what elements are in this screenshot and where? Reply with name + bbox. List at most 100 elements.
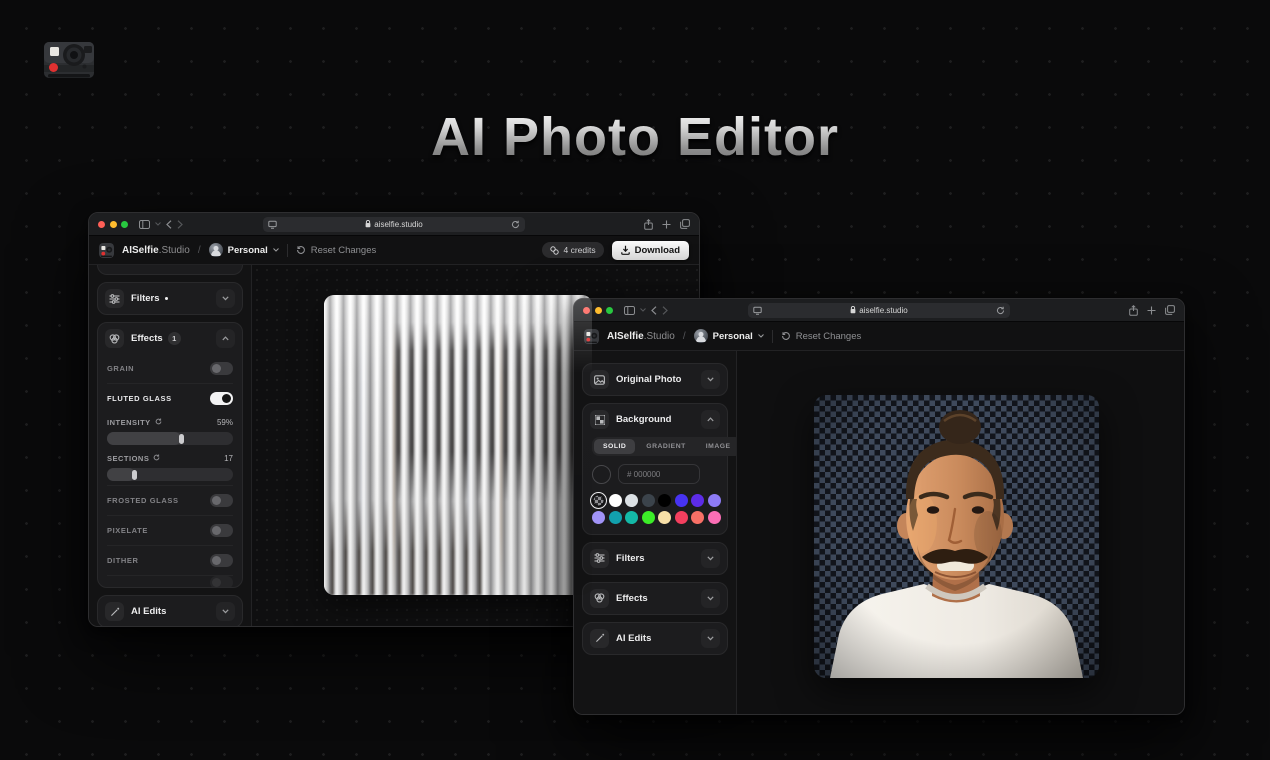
privacy-report-icon[interactable] bbox=[753, 306, 762, 315]
tab-solid[interactable]: SOLID bbox=[594, 439, 635, 454]
swatch-f43f5e[interactable] bbox=[675, 511, 688, 524]
panel-scrolled-partial bbox=[97, 265, 243, 275]
chevron-down-icon[interactable] bbox=[701, 370, 720, 389]
toggle-knob bbox=[222, 394, 231, 403]
active-indicator-dot bbox=[165, 297, 168, 300]
close-window-button[interactable] bbox=[98, 221, 105, 228]
toggle-grain[interactable] bbox=[210, 362, 233, 375]
credits-badge[interactable]: 4 credits bbox=[542, 242, 603, 258]
chevron-down-icon[interactable] bbox=[701, 589, 720, 608]
reset-changes-button[interactable]: Reset Changes bbox=[781, 331, 861, 342]
image-icon bbox=[590, 370, 609, 389]
toggle-knob bbox=[212, 496, 221, 505]
slider-track[interactable] bbox=[107, 468, 233, 481]
chevron-up-icon[interactable] bbox=[701, 410, 720, 429]
browser-window-background: aiselfie.studio AISelfie.Studio / Person… bbox=[573, 298, 1185, 715]
swatch-a193f7[interactable] bbox=[592, 511, 605, 524]
brand-name[interactable]: AISelfie.Studio bbox=[607, 331, 675, 342]
toggle-fluted-glass[interactable] bbox=[210, 392, 233, 405]
avatar bbox=[694, 329, 708, 343]
tab-overview-icon[interactable] bbox=[1165, 305, 1175, 315]
chevron-down-icon[interactable] bbox=[155, 222, 161, 226]
chevron-down-icon[interactable] bbox=[701, 629, 720, 648]
filters-icon bbox=[105, 289, 124, 308]
fluted-color-fringes bbox=[324, 295, 592, 595]
swatch-4733f2[interactable] bbox=[675, 494, 688, 507]
toggle-partial[interactable] bbox=[210, 576, 233, 587]
new-tab-icon[interactable] bbox=[662, 220, 671, 229]
swatch-f87066[interactable] bbox=[691, 511, 704, 524]
swatch-f8e0a8[interactable] bbox=[658, 511, 671, 524]
swatch-fb6eb5[interactable] bbox=[708, 511, 721, 524]
portrait-photo[interactable] bbox=[814, 395, 1099, 678]
swatch-14b9a7[interactable] bbox=[625, 511, 638, 524]
swatch-8d7bf5[interactable] bbox=[708, 494, 721, 507]
swatch-000000[interactable] bbox=[658, 494, 671, 507]
swatch-12a0ad[interactable] bbox=[609, 511, 622, 524]
tab-image[interactable]: IMAGE bbox=[697, 439, 737, 454]
swatch-transparent[interactable] bbox=[592, 494, 605, 507]
download-button[interactable]: Download bbox=[612, 241, 689, 260]
browser-chrome: aiselfie.studio bbox=[89, 213, 699, 236]
reload-icon[interactable] bbox=[511, 220, 520, 229]
fluted-bottom-arches bbox=[324, 499, 490, 595]
url-bar[interactable]: aiselfie.studio bbox=[263, 217, 525, 232]
sidebar-toggle-icon[interactable] bbox=[624, 306, 635, 315]
tab-overview-icon[interactable] bbox=[680, 219, 690, 229]
app-header: AISelfie.Studio / Personal Reset Changes… bbox=[89, 236, 699, 265]
minimize-window-button[interactable] bbox=[595, 307, 602, 314]
forward-icon[interactable] bbox=[177, 220, 183, 229]
reset-changes-button[interactable]: Reset Changes bbox=[296, 245, 376, 256]
swatch-5d2ce8[interactable] bbox=[691, 494, 704, 507]
chevron-down-icon[interactable] bbox=[216, 602, 235, 621]
reload-icon[interactable] bbox=[996, 306, 1005, 315]
share-icon[interactable] bbox=[644, 219, 653, 230]
slider-track[interactable] bbox=[107, 432, 233, 445]
color-swatches bbox=[592, 494, 718, 524]
privacy-report-icon[interactable] bbox=[268, 220, 277, 229]
background-type-tabs: SOLID GRADIENT IMAGE bbox=[592, 437, 737, 456]
reset-icon[interactable] bbox=[155, 418, 162, 427]
swatch-dbe0e4[interactable] bbox=[625, 494, 638, 507]
chevron-down-icon[interactable] bbox=[701, 549, 720, 568]
hex-color-input[interactable]: # 000000 bbox=[618, 464, 700, 484]
toggle-frosted-glass[interactable] bbox=[210, 494, 233, 507]
fluted-glass-preview[interactable] bbox=[324, 295, 592, 595]
new-tab-icon[interactable] bbox=[1147, 306, 1156, 315]
back-icon[interactable] bbox=[651, 306, 657, 315]
effect-row-grain: GRAIN bbox=[98, 354, 242, 383]
swatch-ffffff[interactable] bbox=[609, 494, 622, 507]
color-preview-circle[interactable] bbox=[592, 465, 611, 484]
swatch-3b434b[interactable] bbox=[642, 494, 655, 507]
slider-thumb[interactable] bbox=[132, 470, 137, 480]
brand-name[interactable]: AISelfie.Studio bbox=[122, 245, 190, 256]
effect-label: FROSTED GLASS bbox=[107, 496, 179, 505]
chevron-down-icon[interactable] bbox=[640, 308, 646, 312]
workspace-switcher[interactable]: Personal bbox=[209, 243, 279, 257]
effects-icon bbox=[105, 329, 124, 348]
breadcrumb-separator: / bbox=[683, 331, 686, 342]
minimize-window-button[interactable] bbox=[110, 221, 117, 228]
color-input-row: # 000000 bbox=[592, 464, 718, 484]
url-bar[interactable]: aiselfie.studio bbox=[748, 303, 1010, 318]
slider-thumb[interactable] bbox=[179, 434, 184, 444]
share-icon[interactable] bbox=[1129, 305, 1138, 316]
swatch-3ced28[interactable] bbox=[642, 511, 655, 524]
zoom-window-button[interactable] bbox=[606, 307, 613, 314]
back-icon[interactable] bbox=[166, 220, 172, 229]
zoom-window-button[interactable] bbox=[121, 221, 128, 228]
sidebar-toggle-icon[interactable] bbox=[139, 220, 150, 229]
toggle-dither[interactable] bbox=[210, 554, 233, 567]
chevron-up-icon[interactable] bbox=[216, 329, 235, 348]
app-logo[interactable] bbox=[99, 243, 114, 258]
slider-value: 17 bbox=[224, 454, 233, 463]
reset-icon[interactable] bbox=[153, 454, 160, 463]
forward-icon[interactable] bbox=[662, 306, 668, 315]
toggle-knob bbox=[212, 526, 221, 535]
workspace-switcher[interactable]: Personal bbox=[694, 329, 764, 343]
toggle-pixelate[interactable] bbox=[210, 524, 233, 537]
effect-label: GRAIN bbox=[107, 364, 134, 373]
toggle-knob bbox=[212, 556, 221, 565]
tab-gradient[interactable]: GRADIENT bbox=[637, 439, 695, 454]
chevron-down-icon[interactable] bbox=[216, 289, 235, 308]
